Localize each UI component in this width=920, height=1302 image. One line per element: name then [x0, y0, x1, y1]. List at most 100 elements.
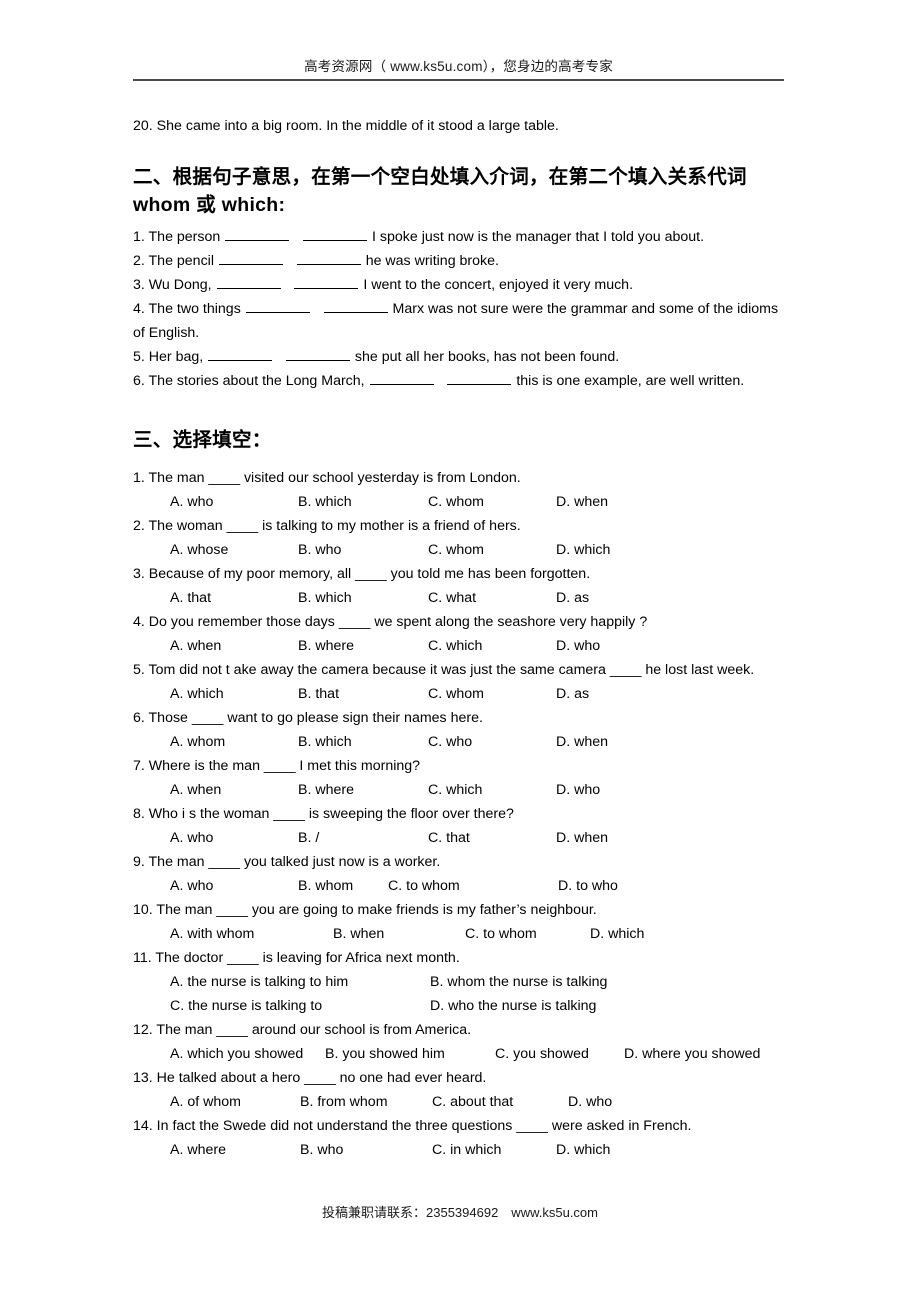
preposition-blank[interactable] [218, 251, 283, 265]
relative-pronoun-blank[interactable] [323, 299, 388, 313]
preposition-blank[interactable] [369, 371, 434, 385]
mcq-option[interactable]: A. with whom [170, 922, 254, 946]
mcq-option[interactable]: A. that [170, 586, 211, 610]
option-row: A. which B. that C. whom D. as [133, 682, 784, 706]
mcq-option[interactable]: B. / [298, 826, 319, 850]
mcq-option[interactable]: D. to who [558, 874, 618, 898]
mcq-option[interactable]: D. when [556, 730, 608, 754]
mcq-option[interactable]: A. who [170, 874, 213, 898]
mcq-option[interactable]: A. the nurse is talking to him [170, 970, 348, 994]
mcq-option[interactable]: B. you showed him [325, 1042, 445, 1066]
mcq-option[interactable]: B. whom [298, 874, 353, 898]
question-stem: 8. Who i s the woman ____ is sweeping th… [133, 806, 514, 822]
header-watermark-text: 高考资源网（ www.ks5u.com），您身边的高考专家 [304, 59, 613, 74]
relative-pronoun-blank[interactable] [303, 227, 368, 241]
page-content: 高考资源网（ www.ks5u.com），您身边的高考专家 20. She ca… [133, 0, 784, 1162]
mcq-question: 13. He talked about a hero ____ no one h… [133, 1066, 784, 1114]
mcq-option[interactable]: C. the nurse is talking to [170, 994, 322, 1018]
mcq-option[interactable]: B. whom the nurse is talking [430, 970, 607, 994]
mcq-option[interactable]: A. which [170, 682, 224, 706]
mcq-option[interactable]: A. when [170, 634, 221, 658]
mcq-option[interactable]: A. when [170, 778, 221, 802]
mcq-option[interactable]: D. when [556, 490, 608, 514]
fill-in-suffix: he was writing broke. [361, 253, 499, 269]
relative-pronoun-blank[interactable] [447, 371, 512, 385]
mcq-option[interactable]: A. who [170, 826, 213, 850]
mcq-option[interactable]: A. whom [170, 730, 225, 754]
mcq-option[interactable]: C. who [428, 730, 472, 754]
mcq-option[interactable]: C. whom [428, 538, 484, 562]
mcq-option[interactable]: C. whom [428, 490, 484, 514]
fill-in-prefix: 4. The two things [133, 301, 245, 317]
mcq-option[interactable]: D. when [556, 826, 608, 850]
fill-in-suffix: I spoke just now is the manager that I t… [368, 229, 705, 245]
relative-pronoun-blank[interactable] [294, 275, 359, 289]
fill-in-item: 1. The person I spoke just now is the ma… [133, 225, 784, 249]
section-two-items: 1. The person I spoke just now is the ma… [133, 225, 784, 393]
mcq-option[interactable]: A. of whom [170, 1090, 241, 1114]
preposition-blank[interactable] [216, 275, 281, 289]
mcq-option[interactable]: C. which [428, 778, 482, 802]
option-row: A. which you showed B. you showed him C. y… [133, 1042, 784, 1066]
mcq-option[interactable]: C. what [428, 586, 476, 610]
mcq-option[interactable]: D. where you showed [624, 1042, 760, 1066]
fill-in-item: 6. The stories about the Long March, thi… [133, 369, 784, 393]
mcq-option[interactable]: D. as [556, 682, 589, 706]
fill-in-prefix: 1. The person [133, 229, 225, 245]
mcq-option[interactable]: D. who [556, 634, 600, 658]
mcq-option[interactable]: C. which [428, 634, 482, 658]
option-row: A. who B. whom C. to whom D. to who [133, 874, 784, 898]
mcq-option[interactable]: C. you showed [495, 1042, 589, 1066]
mcq-option[interactable]: C. about that [432, 1090, 513, 1114]
mcq-option[interactable]: D. which [556, 538, 610, 562]
mcq-option[interactable]: A. whose [170, 538, 228, 562]
mcq-option[interactable]: D. which [590, 922, 644, 946]
mcq-option[interactable]: B. who [300, 1138, 343, 1162]
mcq-option[interactable]: C. in which [432, 1138, 501, 1162]
fill-in-gap [311, 301, 323, 317]
section-three-questions: 1. The man ____ visited our school yeste… [133, 466, 784, 1162]
mcq-option[interactable]: B. who [298, 538, 341, 562]
option-row: A. who B. / C. that D. when [133, 826, 784, 850]
relative-pronoun-blank[interactable] [285, 347, 350, 361]
header-divider [133, 79, 784, 81]
mcq-option[interactable]: D. as [556, 586, 589, 610]
mcq-option[interactable]: D. who [568, 1090, 612, 1114]
mcq-option[interactable]: B. which [298, 586, 352, 610]
mcq-option[interactable]: B. when [333, 922, 384, 946]
mcq-question: 11. The doctor ____ is leaving for Afric… [133, 946, 784, 1018]
mcq-option[interactable]: A. who [170, 490, 213, 514]
mcq-option[interactable]: A. where [170, 1138, 226, 1162]
mcq-option[interactable]: B. that [298, 682, 339, 706]
mcq-option[interactable]: B. from whom [300, 1090, 388, 1114]
mcq-option[interactable]: D. which [556, 1138, 610, 1162]
mcq-question: 1. The man ____ visited our school yeste… [133, 466, 784, 514]
mcq-option[interactable]: C. to whom [465, 922, 537, 946]
mcq-option[interactable]: B. where [298, 778, 354, 802]
mcq-question: 8. Who i s the woman ____ is sweeping th… [133, 802, 784, 850]
fill-in-gap [284, 253, 296, 269]
fill-in-gap [290, 229, 302, 245]
fill-in-item: 5. Her bag, she put all her books, has n… [133, 345, 784, 369]
mcq-option[interactable]: B. which [298, 490, 352, 514]
mcq-option[interactable]: C. whom [428, 682, 484, 706]
mcq-option[interactable]: A. which you showed [170, 1042, 303, 1066]
option-row: A. when B. where C. which D. who [133, 778, 784, 802]
page-header: 高考资源网（ www.ks5u.com），您身边的高考专家 [133, 0, 784, 81]
fill-in-prefix: 2. The pencil [133, 253, 218, 269]
preposition-blank[interactable] [245, 299, 310, 313]
mcq-option[interactable]: C. that [428, 826, 470, 850]
fill-in-prefix: 5. Her bag, [133, 349, 208, 365]
mcq-option[interactable]: B. which [298, 730, 352, 754]
mcq-option[interactable]: C. to whom [388, 874, 460, 898]
question-stem: 6. Those ____ want to go please sign the… [133, 710, 483, 726]
fill-in-gap [435, 373, 447, 389]
preposition-blank[interactable] [208, 347, 273, 361]
mcq-option[interactable]: D. who the nurse is talking [430, 994, 596, 1018]
mcq-option[interactable]: B. where [298, 634, 354, 658]
preposition-blank[interactable] [225, 227, 290, 241]
relative-pronoun-blank[interactable] [296, 251, 361, 265]
mcq-question: 10. The man ____ you are going to make f… [133, 898, 784, 946]
question-stem: 7. Where is the man ____ I met this morn… [133, 758, 421, 774]
mcq-option[interactable]: D. who [556, 778, 600, 802]
